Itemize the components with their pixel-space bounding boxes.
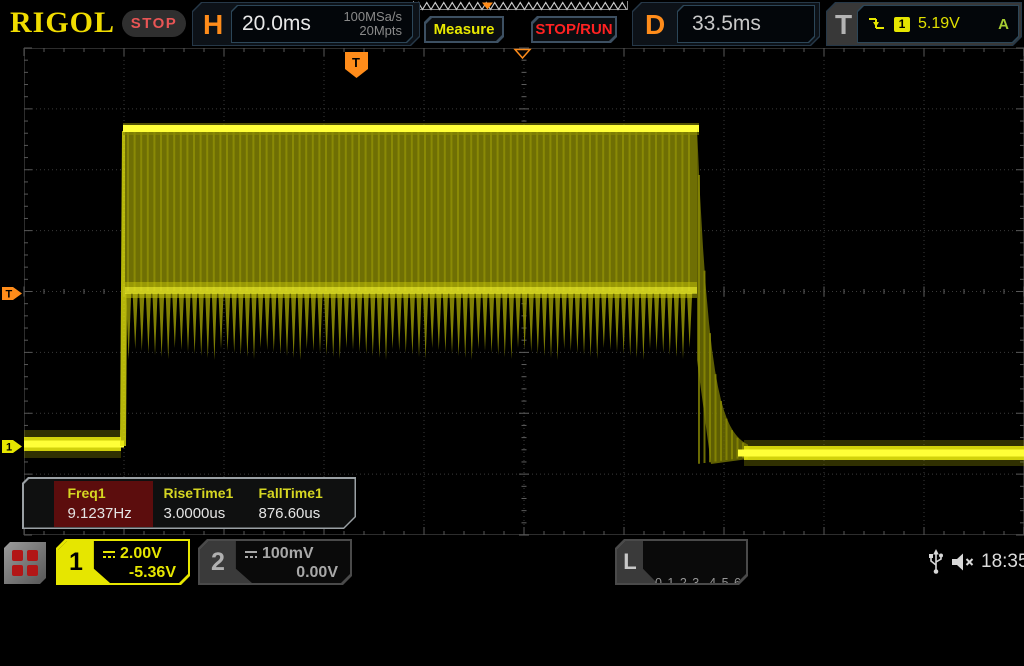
logic-label: L bbox=[617, 541, 643, 583]
oscilloscope-screen: T1T RIGOL STOP H 20.0ms 100MSa/s 20Mpts … bbox=[0, 0, 1024, 593]
delay-value: 33.5ms bbox=[692, 12, 761, 36]
stop-run-button[interactable]: STOP/RUN bbox=[531, 16, 617, 43]
menu-grid-icon bbox=[12, 550, 23, 561]
sample-rate: 100MSa/s bbox=[343, 10, 402, 24]
measurement-panel[interactable]: Freq1 9.1237Hz RiseTime1 3.0000us FallTi… bbox=[22, 477, 356, 529]
channel1-scale: 2.00V bbox=[120, 545, 162, 563]
menu-button[interactable] bbox=[4, 542, 46, 584]
run-state-badge: STOP bbox=[122, 10, 186, 37]
logic-row-8-15: 8 9 1011 12131415 bbox=[655, 621, 779, 636]
channel2-scale: 100mV bbox=[262, 545, 314, 563]
clock: 18:35 bbox=[981, 551, 1024, 573]
falling-edge-icon bbox=[867, 16, 886, 32]
trigger-source-badge: 1 bbox=[894, 17, 910, 32]
delay-label: D bbox=[645, 4, 665, 46]
measurement-value-risetime: 3.0000us bbox=[164, 505, 226, 522]
measurement-label-risetime[interactable]: RiseTime1 bbox=[164, 485, 234, 501]
menu-grid-icon bbox=[27, 550, 38, 561]
memory-depth: 20Mpts bbox=[343, 24, 402, 38]
delay-widget[interactable]: D 33.5ms bbox=[632, 2, 820, 46]
channel2-offset: 0.00V bbox=[296, 564, 338, 582]
svg-text:1: 1 bbox=[6, 442, 12, 454]
trigger-settings-widget[interactable]: T 1 5.19V A bbox=[826, 2, 1022, 46]
measure-button[interactable]: Measure bbox=[424, 16, 504, 43]
menu-grid-icon bbox=[27, 565, 38, 576]
channel2-widget[interactable]: 2 100mV 0.00V bbox=[198, 539, 352, 585]
measurement-value-falltime: 876.60us bbox=[259, 505, 321, 522]
dc-coupling-icon bbox=[244, 548, 258, 560]
speaker-muted-icon[interactable] bbox=[950, 551, 977, 573]
measurement-label-falltime[interactable]: FallTime1 bbox=[259, 485, 323, 501]
channel1-number: 1 bbox=[58, 541, 94, 583]
usb-icon bbox=[927, 549, 946, 575]
trigger-sweep-mode: A bbox=[998, 16, 1009, 33]
dc-coupling-icon bbox=[102, 548, 116, 560]
stop-run-button-label: STOP/RUN bbox=[533, 18, 615, 41]
horizontal-settings-widget[interactable]: H 20.0ms 100MSa/s 20Mpts bbox=[192, 2, 420, 46]
rigol-logo: RIGOL bbox=[10, 6, 115, 40]
memory-position-indicator[interactable] bbox=[414, 3, 627, 10]
trigger-label: T bbox=[835, 4, 852, 46]
channel1-offset: -5.36V bbox=[129, 564, 176, 582]
delay-reference-marker bbox=[515, 50, 530, 59]
svg-text:T: T bbox=[6, 289, 13, 301]
measurement-value-freq: 9.1237Hz bbox=[68, 505, 132, 522]
measurement-label-freq[interactable]: Freq1 bbox=[68, 485, 106, 501]
measure-button-label: Measure bbox=[426, 18, 502, 41]
trigger-level-value: 5.19V bbox=[918, 15, 960, 33]
timebase-value: 20.0ms bbox=[242, 12, 311, 36]
menu-grid-icon bbox=[12, 565, 23, 576]
horizontal-label: H bbox=[203, 4, 223, 46]
channel1-widget[interactable]: 1 2.00V -5.36V bbox=[56, 539, 190, 585]
logic-channels-widget[interactable]: L 0 1 2 3 4 5 6 7 8 9 1011 12131415 bbox=[615, 539, 748, 585]
svg-text:T: T bbox=[352, 55, 360, 70]
channel2-number: 2 bbox=[200, 541, 236, 583]
